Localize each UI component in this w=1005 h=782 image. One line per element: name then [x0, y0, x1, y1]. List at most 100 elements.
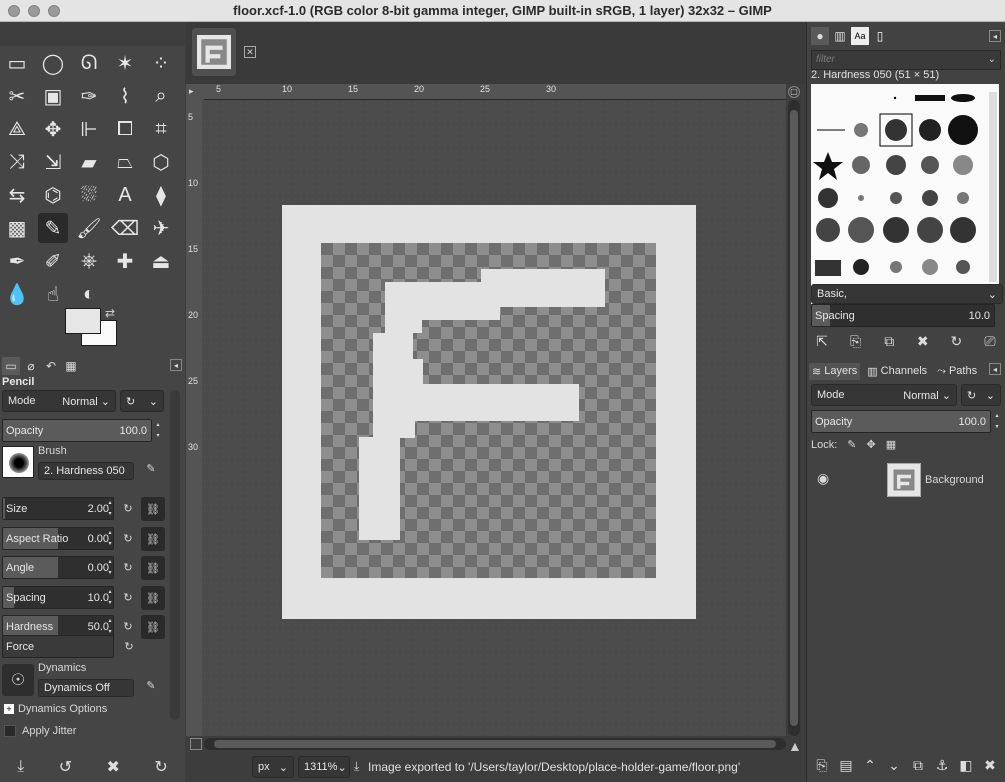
perspective-icon[interactable]: ⏢ [110, 147, 140, 177]
reset-size-icon[interactable]: ↻ [117, 497, 139, 519]
measure-icon[interactable]: ⟁ [2, 114, 32, 144]
clone-icon[interactable]: ⎈ [74, 246, 104, 276]
zoom-icon[interactable]: ⌕ [146, 81, 176, 111]
opacity-spinner[interactable]: ▴ ▾ [154, 420, 162, 442]
reset-angle-icon[interactable]: ↻ [117, 556, 139, 578]
dynamics-field[interactable]: Dynamics Off [38, 679, 134, 697]
device-status-tab-icon[interactable]: ⌀ [22, 357, 40, 375]
free-select-icon[interactable]: ᘏ [74, 48, 104, 78]
reset-spacing-icon[interactable]: ↻ [117, 586, 139, 608]
horizontal-scrollbar[interactable] [204, 738, 786, 750]
menu-arrow-icon[interactable]: ▸ [189, 86, 194, 97]
delete-layer-icon[interactable]: ✖ [979, 754, 1001, 776]
tab-paths[interactable]: ⤳ Paths [934, 363, 980, 380]
aspect-slider[interactable]: Aspect Ratio 0.00 [2, 527, 114, 550]
edit-brush-icon[interactable]: ⇱ [811, 330, 833, 352]
tool-options-scrollbar[interactable] [170, 390, 180, 720]
color-select-icon[interactable]: ⁘ [146, 48, 176, 78]
zoom-combo[interactable]: 1311% ⌄ [298, 756, 350, 778]
reset-options-icon[interactable]: ↻ [154, 757, 167, 777]
eraser-icon[interactable]: ⌫ [110, 213, 140, 243]
delete-brush-icon[interactable]: ✖ [912, 330, 934, 352]
brush-tag-combo[interactable]: Basic, ⌄ [811, 284, 1003, 304]
force-slider[interactable]: Force [2, 635, 114, 658]
reset-force-icon[interactable]: ↻ [118, 635, 140, 657]
images-tab-icon[interactable]: ▦ [62, 357, 80, 375]
reset-hardness-icon[interactable]: ↻ [117, 615, 139, 637]
open-brush-icon[interactable]: ⎚ [979, 330, 1001, 352]
3d-transform-icon[interactable]: ⬡ [146, 147, 176, 177]
opacity-slider[interactable]: Opacity 100.0 [2, 419, 152, 442]
crop-icon[interactable]: ⧠ [110, 114, 140, 144]
fonts-tab-icon[interactable]: Aa [851, 27, 869, 45]
panel-menu-icon[interactable]: ◂ [170, 359, 182, 371]
rect-select-icon[interactable]: ▭ [2, 48, 32, 78]
layer-mode-reset[interactable]: ↻ ⌄ [961, 384, 1001, 406]
duplicate-layer-icon[interactable]: ⧉ [907, 754, 929, 776]
undo-history-tab-icon[interactable]: ↶ [42, 357, 60, 375]
align-icon[interactable]: ⊩ [74, 114, 104, 144]
lock-pixels-icon[interactable]: ✎ [847, 438, 856, 451]
perspective-clone-icon[interactable]: ⏏ [146, 246, 176, 276]
brushes-tab-icon[interactable]: ● [811, 27, 829, 45]
lower-layer-icon[interactable]: ⌄ [883, 754, 905, 776]
size-slider[interactable]: Size 2.00 [2, 497, 114, 520]
layers-menu-icon[interactable]: ◂ [989, 363, 1001, 375]
visibility-eye-icon[interactable]: ◉ [817, 470, 829, 487]
layer-row-background[interactable]: ◉ Background [809, 460, 1005, 500]
brush-spacing-slider[interactable]: Spacing 10.0 [811, 304, 995, 327]
unified-transform-icon[interactable]: ⌗ [146, 114, 176, 144]
tool-options-tab-icon[interactable]: ▭ [2, 357, 20, 375]
apply-jitter-checkbox[interactable]: Apply Jitter [4, 725, 76, 737]
color-picker-icon[interactable]: ⌇ [110, 81, 140, 111]
size-spinner[interactable]: ▴ ▾ [106, 498, 114, 520]
lock-alpha-icon[interactable]: ▦ [886, 438, 896, 451]
cage-icon[interactable]: ⌬ [38, 180, 68, 210]
smudge-icon[interactable]: ☝ [38, 279, 68, 309]
warp-icon[interactable]: ⤨ [2, 147, 32, 177]
mode-reset-combo[interactable]: ↻ ⌄ [120, 390, 164, 412]
aspect-spinner[interactable]: ▴ ▾ [106, 528, 114, 550]
save-options-icon[interactable]: ⤓ [17, 758, 24, 776]
blend-icon[interactable]: ⧫ [146, 180, 176, 210]
unit-combo[interactable]: px ⌄ [252, 756, 294, 778]
paths-icon[interactable]: ✑ [74, 81, 104, 111]
dynamics-options-expander[interactable]: + Dynamics Options [4, 703, 107, 715]
ellipse-select-icon[interactable]: ◯ [38, 48, 68, 78]
flip-icon[interactable]: ⇆ [2, 180, 32, 210]
bucket-fill-icon[interactable]: ⛆ [74, 180, 104, 210]
move-icon[interactable]: ✥ [38, 114, 68, 144]
anchor-layer-icon[interactable]: ⚓ [931, 754, 953, 776]
foreground-select-icon[interactable]: ▣ [38, 81, 68, 111]
heal-icon[interactable]: ✚ [110, 246, 140, 276]
brush-preview[interactable] [2, 446, 34, 478]
raise-layer-icon[interactable]: ⌃ [859, 754, 881, 776]
new-layer-icon[interactable]: ⎘ [811, 754, 833, 776]
vertical-scrollbar[interactable] [788, 100, 800, 736]
mode-combo[interactable]: Mode Normal ⌄ [2, 390, 116, 412]
angle-spinner[interactable]: ▴ ▾ [106, 557, 114, 579]
dodge-burn-icon[interactable]: ◐ [74, 279, 104, 309]
spacing-slider[interactable]: Spacing 10.0 [2, 586, 114, 609]
restore-options-icon[interactable]: ↺ [59, 757, 72, 777]
handle-transform-icon[interactable]: ⇲ [38, 147, 68, 177]
link-angle-icon[interactable]: ⛓ [141, 556, 165, 580]
layer-opacity-spinner[interactable]: ▴ ▾ [993, 411, 1001, 433]
spacing-spinner[interactable]: ▴ ▾ [106, 587, 114, 609]
refresh-brushes-icon[interactable]: ↻ [945, 330, 967, 352]
mask-layer-icon[interactable]: ◧ [955, 754, 977, 776]
tab-channels[interactable]: ▥ Channels [864, 363, 930, 380]
mypaint-brush-icon[interactable]: ✐ [38, 246, 68, 276]
angle-slider[interactable]: Angle 0.00 [2, 556, 114, 579]
reset-aspect-icon[interactable]: ↻ [117, 527, 139, 549]
paintbrush-icon[interactable]: 🖌 [74, 213, 104, 243]
quick-mask-toggle[interactable] [190, 738, 202, 750]
swap-colors-icon[interactable]: ⇄ [105, 306, 115, 320]
airbrush-icon[interactable]: ✈ [146, 213, 176, 243]
lock-position-icon[interactable]: ✥ [867, 438, 876, 451]
scissors-select-icon[interactable]: ✂ [2, 81, 32, 111]
link-aspect-icon[interactable]: ⛓ [141, 527, 165, 551]
dynamics-icon[interactable]: ☉ [2, 664, 34, 696]
navigate-icon[interactable]: ▲ [788, 738, 802, 754]
new-layer-group-icon[interactable]: ▤ [835, 754, 857, 776]
